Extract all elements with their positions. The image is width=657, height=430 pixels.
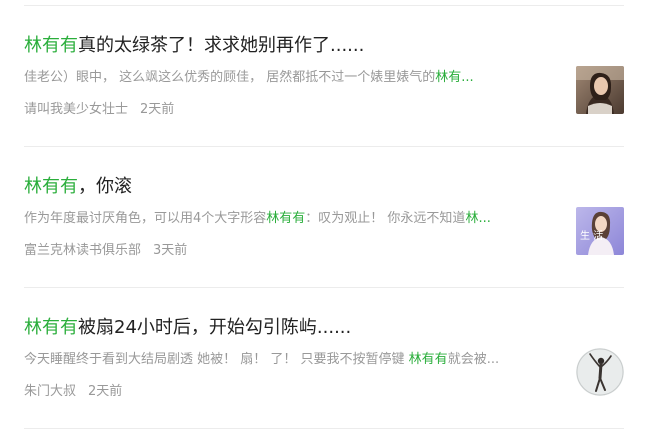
article-author[interactable]: 请叫我美少女壮士 — [24, 102, 128, 117]
summary-text: 作为年度最讨厌角色，可以用4个大字形容 — [24, 211, 267, 226]
article-item-1[interactable]: 林有有真的太绿茶了！求求她别再作了...... 佳老公）眼中， 这么飒这么优秀的… — [24, 6, 624, 146]
article-item-2[interactable]: 林有有，你滚 作为年度最讨厌角色，可以用4个大字形容林有有：叹为观止！ 你永远不… — [24, 147, 624, 287]
article-author[interactable]: 朱门大叔 — [24, 384, 76, 399]
thumbnail-caption: 生 活 — [580, 229, 603, 242]
summary-text: 就会被... — [447, 352, 500, 367]
article-meta: 富兰克林读书俱乐部 3天前 — [24, 242, 187, 260]
title-highlight: 林有有 — [24, 35, 78, 56]
article-time: 2天前 — [88, 384, 123, 399]
article-summary: 今天睡醒终于看到大结局剧透 她被！ 扇！ 了！ 只要我不按暂停键 林有有就会被.… — [24, 350, 564, 370]
article-time: 3天前 — [153, 243, 188, 258]
summary-text: 佳老公）眼中， 这么飒这么优秀的顾佳， 居然都抵不过一个婊里婊气的 — [24, 70, 436, 85]
article-feed: 林有有真的太绿茶了！求求她别再作了...... 佳老公）眼中， 这么飒这么优秀的… — [24, 5, 624, 429]
article-thumbnail[interactable]: 生 活 — [576, 207, 624, 255]
divider — [24, 428, 624, 429]
article-thumbnail[interactable] — [576, 348, 624, 396]
dancer-avatar-icon — [576, 348, 624, 396]
article-meta: 请叫我美少女壮士 2天前 — [24, 101, 174, 119]
title-text: ，你滚 — [78, 176, 132, 197]
article-item-3[interactable]: 林有有被扇24小时后，开始勾引陈屿...... 今天睡醒终于看到大结局剧透 她被… — [24, 288, 624, 428]
article-title[interactable]: 林有有，你滚 — [24, 175, 132, 199]
title-highlight: 林有有 — [24, 176, 78, 197]
summary-highlight: 林有有 — [266, 211, 306, 226]
title-text: 真的太绿茶了！求求她别再作了...... — [78, 35, 365, 56]
article-thumbnail[interactable] — [576, 66, 624, 114]
article-time: 2天前 — [140, 102, 175, 117]
summary-text: ：叹为观止！ 你永远不知道 — [305, 211, 466, 226]
woman-portrait-photo-icon — [576, 66, 624, 114]
article-meta: 朱门大叔 2天前 — [24, 383, 122, 401]
summary-highlight: 林有有 — [408, 352, 448, 367]
woman-lifestyle-photo-icon: 生 活 — [576, 207, 624, 255]
article-author[interactable]: 富兰克林读书俱乐部 — [24, 243, 141, 258]
article-title[interactable]: 林有有被扇24小时后，开始勾引陈屿...... — [24, 316, 351, 340]
summary-highlight: 林... — [465, 211, 491, 226]
article-summary: 佳老公）眼中， 这么飒这么优秀的顾佳， 居然都抵不过一个婊里婊气的林有... — [24, 68, 564, 88]
article-title[interactable]: 林有有真的太绿茶了！求求她别再作了...... — [24, 34, 364, 58]
title-highlight: 林有有 — [24, 317, 78, 338]
summary-highlight: 林有... — [435, 70, 474, 85]
summary-text: 今天睡醒终于看到大结局剧透 她被！ 扇！ 了！ 只要我不按暂停键 — [24, 352, 409, 367]
title-text: 被扇24小时后，开始勾引陈屿...... — [78, 317, 352, 338]
article-summary: 作为年度最讨厌角色，可以用4个大字形容林有有：叹为观止！ 你永远不知道林... — [24, 209, 564, 229]
